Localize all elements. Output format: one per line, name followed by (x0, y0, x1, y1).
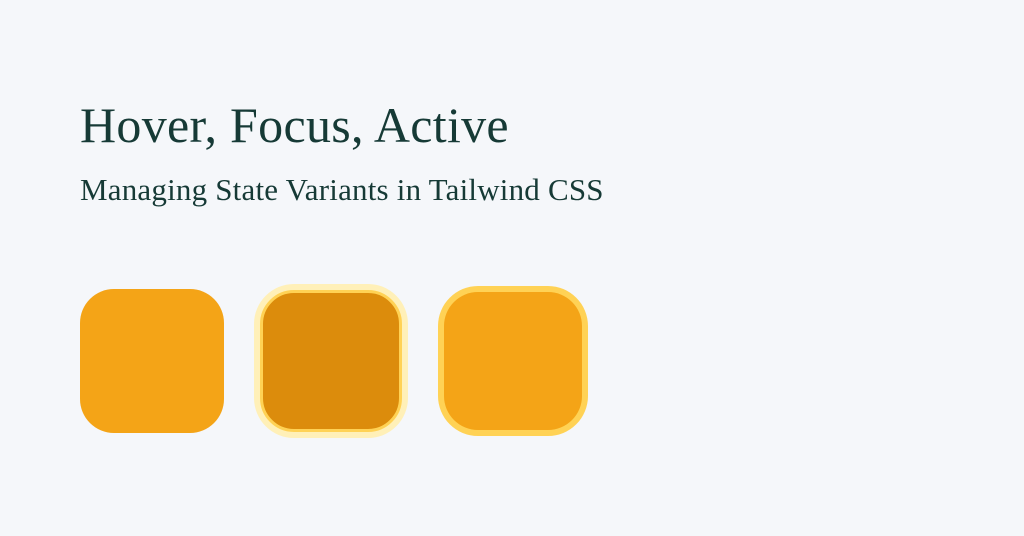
swatch-focus-ring (438, 286, 588, 436)
swatch-row (80, 284, 1024, 438)
swatch-focus (444, 292, 582, 430)
swatch-hover (80, 289, 224, 433)
swatch-active (260, 290, 402, 432)
page-title: Hover, Focus, Active (80, 96, 1024, 154)
page-subtitle: Managing State Variants in Tailwind CSS (80, 172, 1024, 208)
swatch-active-ring (254, 284, 408, 438)
